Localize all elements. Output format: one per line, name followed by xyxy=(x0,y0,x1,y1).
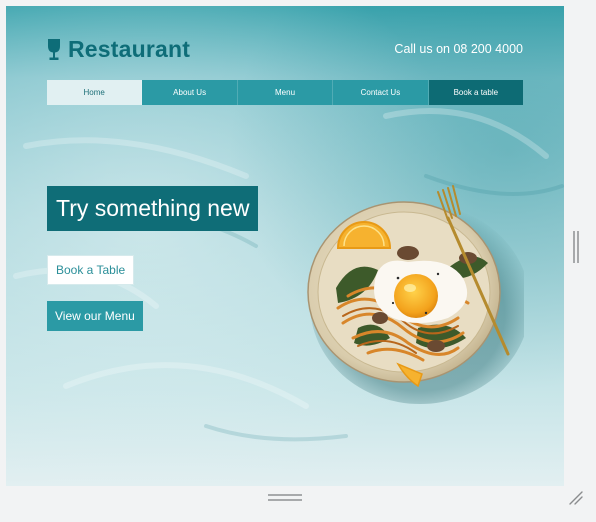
resize-corner-icon[interactable] xyxy=(569,491,583,505)
book-a-table-button[interactable]: Book a Table xyxy=(47,255,135,285)
brand-title: Restaurant xyxy=(68,36,191,62)
nav-item-home[interactable]: Home xyxy=(47,80,143,105)
main-nav: Home About Us Menu Contact Us Book a tab… xyxy=(47,80,524,105)
horizontal-scrollbar-grip-icon[interactable] xyxy=(268,494,302,502)
hero-headline: Try something new xyxy=(47,186,259,231)
nav-item-contact-us[interactable]: Contact Us xyxy=(333,80,429,105)
website-viewport: Restaurant Call us on 08 200 4000 Home A… xyxy=(6,6,564,486)
nav-item-menu[interactable]: Menu xyxy=(237,80,334,105)
phone-number: Call us on 08 200 4000 xyxy=(394,42,523,56)
vertical-scrollbar-grip-icon[interactable] xyxy=(573,231,579,263)
view-menu-button[interactable]: View our Menu xyxy=(47,301,143,331)
nav-item-book-a-table[interactable]: Book a table xyxy=(428,80,524,105)
food-plate-photo xyxy=(307,185,524,404)
nav-item-about-us[interactable]: About Us xyxy=(142,80,238,105)
wine-glass-icon xyxy=(48,38,60,60)
brand[interactable]: Restaurant xyxy=(46,36,190,63)
